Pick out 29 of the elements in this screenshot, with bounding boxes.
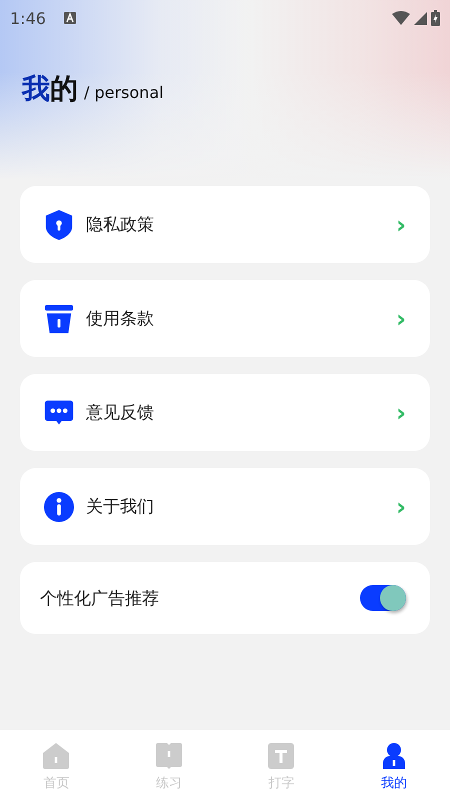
chevron: › bbox=[396, 398, 406, 426]
toggle-switch[interactable] bbox=[360, 585, 406, 611]
shield-icon bbox=[44, 208, 74, 240]
page-title: 的 bbox=[50, 71, 78, 107]
chevron: › bbox=[396, 210, 406, 238]
wifi-icon bbox=[392, 11, 410, 25]
status-time: 1:46 bbox=[10, 8, 46, 28]
book-icon bbox=[154, 742, 183, 770]
chevron: › bbox=[396, 304, 406, 332]
setting-label: 个性化广告推荐 bbox=[40, 588, 159, 610]
page-subtitle: / personal bbox=[84, 83, 164, 102]
menu-item[interactable]: 关于我们 › bbox=[20, 468, 430, 545]
menu-label: 意见反馈 bbox=[86, 402, 154, 424]
trash-bin-icon bbox=[44, 302, 74, 334]
menu-label: 隐私政策 bbox=[86, 214, 154, 236]
keyboard-notification-icon bbox=[64, 12, 76, 24]
menu-item[interactable]: 意见反馈 › bbox=[20, 374, 430, 451]
home-icon bbox=[42, 742, 70, 770]
chevron: › bbox=[396, 492, 406, 520]
text-icon bbox=[267, 742, 296, 770]
menu-label: 使用条款 bbox=[86, 308, 154, 330]
menu-label: 关于我们 bbox=[86, 496, 154, 518]
page-title-accent: 我 bbox=[22, 71, 50, 107]
menu-item[interactable]: 使用条款 › bbox=[20, 280, 430, 357]
menu-item[interactable]: 隐私政策 › bbox=[20, 186, 430, 263]
signal-icon bbox=[414, 12, 427, 24]
nav-tab[interactable]: 我的 bbox=[338, 730, 450, 800]
info-icon bbox=[44, 490, 74, 522]
battery-charging-icon bbox=[431, 10, 440, 26]
